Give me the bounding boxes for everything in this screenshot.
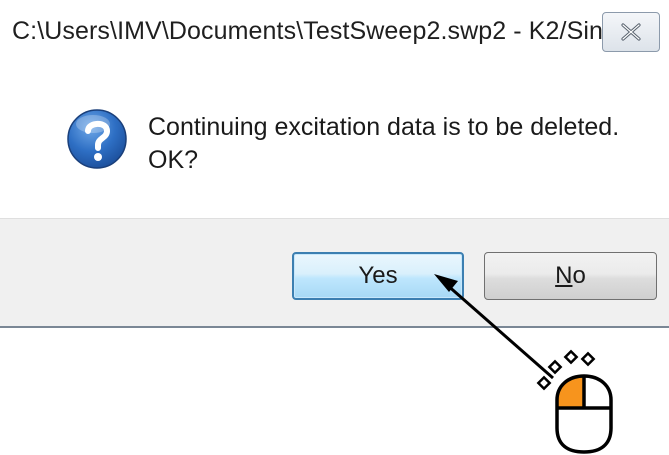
title-bar: C:\Users\IMV\Documents\TestSweep2.swp2 -… — [0, 0, 669, 66]
window-title: C:\Users\IMV\Documents\TestSweep2.swp2 -… — [12, 17, 618, 45]
message-dialog: C:\Users\IMV\Documents\TestSweep2.swp2 -… — [0, 0, 669, 328]
no-button-label: No — [555, 262, 586, 290]
click-sparkle-icon — [536, 349, 596, 391]
button-bar: Yes No — [0, 218, 669, 326]
no-button[interactable]: No — [484, 252, 657, 300]
close-icon — [621, 23, 641, 41]
no-button-label-rest: o — [572, 262, 586, 289]
message-line-2: OK? — [148, 146, 199, 174]
mouse-left-click-icon — [555, 374, 613, 454]
screenshot-stage: C:\Users\IMV\Documents\TestSweep2.swp2 -… — [0, 0, 669, 455]
no-button-mnemonic: N — [555, 262, 573, 289]
dialog-content: Continuing excitation data is to be dele… — [0, 66, 669, 218]
question-icon — [67, 109, 127, 169]
message-line-1: Continuing excitation data is to be dele… — [148, 113, 620, 141]
dialog-message: Continuing excitation data is to be dele… — [148, 111, 619, 177]
yes-button-label: Yes — [358, 262, 398, 289]
close-button[interactable] — [602, 12, 660, 52]
yes-button[interactable]: Yes — [292, 252, 464, 300]
